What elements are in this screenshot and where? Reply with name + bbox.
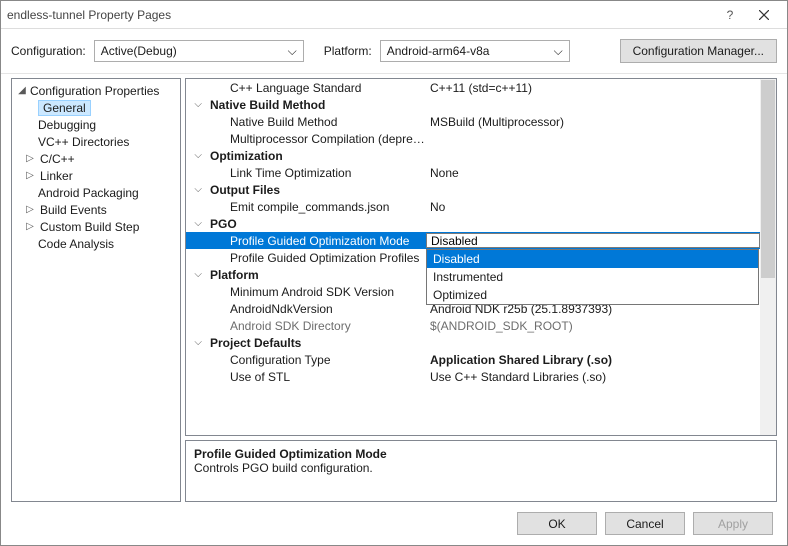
grid-row[interactable]: Android SDK Directory$(ANDROID_SDK_ROOT) bbox=[186, 317, 776, 334]
grid-prop-value[interactable]: MSBuild (Multiprocessor) bbox=[426, 115, 776, 129]
grid-row[interactable]: Configuration TypeApplication Shared Lib… bbox=[186, 351, 776, 368]
tree-root[interactable]: ◢ Configuration Properties bbox=[12, 82, 180, 99]
grid-row[interactable]: Link Time OptimizationNone bbox=[186, 164, 776, 181]
grid-prop-name: Android SDK Directory bbox=[206, 319, 426, 333]
dropdown-item[interactable]: Disabled bbox=[427, 250, 758, 268]
configuration-label: Configuration: bbox=[11, 44, 86, 58]
dropdown-popup[interactable]: DisabledInstrumentedOptimized bbox=[426, 249, 759, 305]
tree-item[interactable]: ▷ Custom Build Step bbox=[12, 218, 180, 235]
tree-item[interactable]: Android Packaging bbox=[12, 184, 180, 201]
grid-prop-name: C++ Language Standard bbox=[206, 81, 426, 95]
property-grid[interactable]: C++ Language StandardC++11 (std=c++11)⌵N… bbox=[185, 78, 777, 436]
dialog-button-row: OK Cancel Apply bbox=[1, 502, 787, 545]
grid-group-name: Native Build Method bbox=[206, 98, 426, 112]
grid-group-header[interactable]: ⌵Native Build Method bbox=[186, 96, 776, 113]
ok-button[interactable]: OK bbox=[517, 512, 597, 535]
grid-prop-value[interactable]: Disabled bbox=[426, 233, 759, 248]
tree-item-label: Custom Build Step bbox=[40, 220, 139, 234]
grid-row[interactable]: Profile Guided Optimization ModeDisabled bbox=[186, 232, 776, 249]
grid-group-name: Project Defaults bbox=[206, 336, 426, 350]
grid-prop-name: Use of STL bbox=[206, 370, 426, 384]
dropdown-item[interactable]: Instrumented bbox=[427, 268, 758, 286]
dropdown-item[interactable]: Optimized bbox=[427, 286, 758, 304]
chevron-down-icon: ⌵ bbox=[288, 44, 297, 59]
grid-prop-name: AndroidNdkVersion bbox=[206, 302, 426, 316]
grid-row[interactable]: Native Build MethodMSBuild (Multiprocess… bbox=[186, 113, 776, 130]
description-body: Controls PGO build configuration. bbox=[194, 461, 768, 475]
grid-group-header[interactable]: ⌵Output Files bbox=[186, 181, 776, 198]
tree-item[interactable]: Debugging bbox=[12, 116, 180, 133]
titlebar: endless-tunnel Property Pages ? bbox=[1, 1, 787, 29]
collapse-icon[interactable]: ⌵ bbox=[186, 218, 206, 229]
grid-row[interactable]: C++ Language StandardC++11 (std=c++11) bbox=[186, 79, 776, 96]
collapse-icon[interactable]: ⌵ bbox=[186, 337, 206, 348]
expand-icon[interactable]: ▷ bbox=[24, 170, 36, 181]
grid-prop-name: Native Build Method bbox=[206, 115, 426, 129]
collapse-icon[interactable]: ⌵ bbox=[186, 184, 206, 195]
tree-view[interactable]: ◢ Configuration Properties General Debugg… bbox=[11, 78, 181, 502]
grid-prop-value[interactable]: Use C++ Standard Libraries (.so) bbox=[426, 370, 776, 384]
tree-item-label: Android Packaging bbox=[38, 186, 139, 200]
config-row: Configuration: Active(Debug) ⌵ Platform:… bbox=[1, 29, 787, 74]
grid-prop-name: Profile Guided Optimization Mode bbox=[206, 234, 426, 248]
tree-item[interactable]: ▷ Build Events bbox=[12, 201, 180, 218]
grid-prop-name: Emit compile_commands.json bbox=[206, 200, 426, 214]
expand-icon[interactable]: ▷ bbox=[24, 221, 36, 232]
grid-prop-value[interactable]: C++11 (std=c++11) bbox=[426, 81, 776, 95]
apply-button[interactable]: Apply bbox=[693, 512, 773, 535]
configuration-value: Active(Debug) bbox=[101, 44, 177, 58]
platform-select[interactable]: Android-arm64-v8a ⌵ bbox=[380, 40, 570, 62]
grid-prop-value[interactable]: $(ANDROID_SDK_ROOT) bbox=[426, 319, 776, 333]
grid-prop-name: Profile Guided Optimization Profiles bbox=[206, 251, 426, 265]
collapse-icon[interactable]: ⌵ bbox=[186, 269, 206, 280]
platform-label: Platform: bbox=[324, 44, 372, 58]
tree-item[interactable]: Code Analysis bbox=[12, 235, 180, 252]
tree-item-label: General bbox=[38, 100, 91, 116]
grid-group-header[interactable]: ⌵Optimization bbox=[186, 147, 776, 164]
grid-prop-value[interactable]: Application Shared Library (.so) bbox=[426, 353, 776, 367]
collapse-icon[interactable]: ◢ bbox=[16, 85, 28, 96]
platform-value: Android-arm64-v8a bbox=[387, 44, 490, 58]
grid-group-name: PGO bbox=[206, 217, 426, 231]
grid-group-name: Optimization bbox=[206, 149, 426, 163]
scrollbar-thumb[interactable] bbox=[760, 79, 776, 279]
tree-item[interactable]: ▷ Linker bbox=[12, 167, 180, 184]
grid-prop-value[interactable]: No bbox=[426, 200, 776, 214]
grid-prop-name: Multiprocessor Compilation (deprecated) bbox=[206, 132, 426, 146]
collapse-icon[interactable]: ⌵ bbox=[186, 99, 206, 110]
grid-prop-name: Link Time Optimization bbox=[206, 166, 426, 180]
grid-row[interactable]: Emit compile_commands.jsonNo bbox=[186, 198, 776, 215]
expand-icon[interactable]: ▷ bbox=[24, 153, 36, 164]
grid-group-header[interactable]: ⌵PGO bbox=[186, 215, 776, 232]
tree-item-label: Build Events bbox=[40, 203, 107, 217]
description-title: Profile Guided Optimization Mode bbox=[194, 447, 768, 461]
description-panel: Profile Guided Optimization Mode Control… bbox=[185, 440, 777, 502]
grid-prop-value[interactable]: None bbox=[426, 166, 776, 180]
tree-item[interactable]: VC++ Directories bbox=[12, 133, 180, 150]
tree-item-label: VC++ Directories bbox=[38, 135, 129, 149]
scrollbar[interactable] bbox=[760, 79, 776, 435]
tree-item-label: Code Analysis bbox=[38, 237, 114, 251]
window-title: endless-tunnel Property Pages bbox=[7, 8, 713, 22]
chevron-down-icon: ⌵ bbox=[554, 44, 563, 59]
grid-prop-name: Minimum Android SDK Version bbox=[206, 285, 426, 299]
expand-icon[interactable]: ▷ bbox=[24, 204, 36, 215]
grid-row[interactable]: Multiprocessor Compilation (deprecated) bbox=[186, 130, 776, 147]
tree-item[interactable]: General bbox=[12, 99, 180, 116]
grid-row[interactable]: Use of STLUse C++ Standard Libraries (.s… bbox=[186, 368, 776, 385]
grid-group-name: Output Files bbox=[206, 183, 426, 197]
tree-item[interactable]: ▷ C/C++ bbox=[12, 150, 180, 167]
help-icon[interactable]: ? bbox=[713, 5, 747, 24]
tree-item-label: Debugging bbox=[38, 118, 96, 132]
configuration-select[interactable]: Active(Debug) ⌵ bbox=[94, 40, 304, 62]
close-icon[interactable] bbox=[747, 5, 781, 24]
configuration-manager-button[interactable]: Configuration Manager... bbox=[620, 39, 777, 63]
grid-group-name: Platform bbox=[206, 268, 426, 282]
grid-group-header[interactable]: ⌵Project Defaults bbox=[186, 334, 776, 351]
collapse-icon[interactable]: ⌵ bbox=[186, 150, 206, 161]
tree-item-label: Linker bbox=[40, 169, 73, 183]
grid-prop-name: Configuration Type bbox=[206, 353, 426, 367]
cancel-button[interactable]: Cancel bbox=[605, 512, 685, 535]
tree-item-label: C/C++ bbox=[40, 152, 75, 166]
